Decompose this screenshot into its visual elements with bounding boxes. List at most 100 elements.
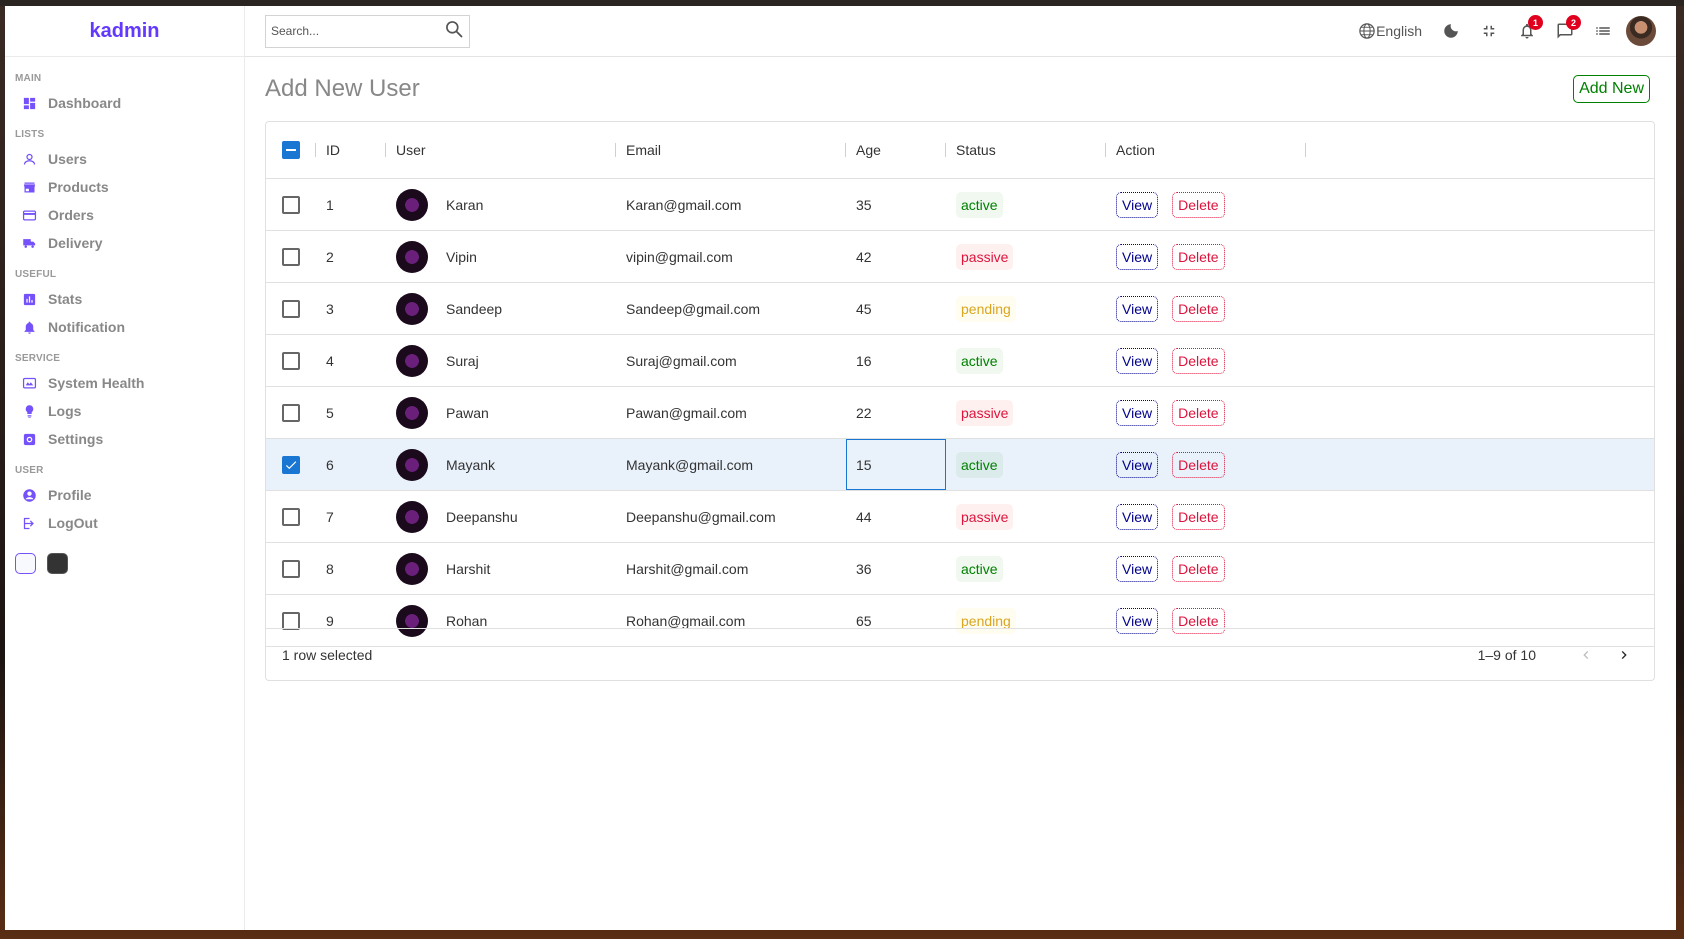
section-title-user: USER — [15, 465, 44, 476]
email-cell: Sandeep@gmail.com — [616, 283, 846, 334]
column-header-user[interactable]: User — [385, 122, 616, 178]
id-cell: 8 — [316, 543, 386, 594]
sidebar-item-notification[interactable]: Notification — [15, 313, 234, 341]
age-cell[interactable]: 22 — [846, 387, 946, 438]
sidebar-item-label: System Health — [48, 375, 145, 391]
column-header-action[interactable]: Action — [1105, 122, 1306, 178]
delete-button[interactable]: Delete — [1172, 555, 1225, 582]
sidebar-item-orders[interactable]: Orders — [15, 201, 234, 229]
dark-mode-toggle[interactable] — [1442, 22, 1460, 40]
fullscreen-exit-button[interactable] — [1480, 22, 1498, 40]
email-value: vipin@gmail.com — [626, 248, 733, 265]
row-checkbox[interactable] — [282, 559, 300, 578]
view-button[interactable]: View — [1116, 399, 1159, 426]
table-row[interactable]: 4 Suraj Suraj@gmail.com 16 active View Delete — [266, 335, 1654, 387]
view-button[interactable]: View — [1116, 295, 1159, 322]
truck-icon — [21, 235, 37, 251]
action-cell: View Delete — [1106, 439, 1306, 490]
age-cell[interactable]: 44 — [846, 491, 946, 542]
sidebar-item-settings[interactable]: Settings — [15, 425, 234, 453]
language-label: English — [1376, 23, 1422, 39]
sidebar-item-stats[interactable]: Stats — [15, 285, 234, 313]
row-checkbox[interactable] — [282, 455, 300, 474]
delete-button[interactable]: Delete — [1172, 191, 1225, 218]
logo[interactable]: kadmin — [89, 20, 159, 43]
table-row[interactable]: 7 Deepanshu Deepanshu@gmail.com 44 passive Vi… — [266, 491, 1654, 543]
delete-button[interactable]: Delete — [1172, 503, 1225, 530]
sidebar-item-logs[interactable]: Logs — [15, 397, 234, 425]
select-all-checkbox[interactable] — [282, 141, 300, 159]
view-button[interactable]: View — [1116, 347, 1159, 374]
row-checkbox-cell — [266, 231, 316, 282]
view-button[interactable]: View — [1116, 555, 1159, 582]
search-input[interactable] — [271, 24, 444, 38]
column-header-email[interactable]: Email — [615, 122, 846, 178]
age-value: 65 — [856, 612, 872, 629]
age-value: 35 — [856, 196, 872, 213]
sidebar-item-label: LogOut — [48, 515, 98, 531]
row-checkbox[interactable] — [282, 611, 300, 630]
sidebar-item-label: Stats — [48, 291, 83, 307]
table-row[interactable]: 5 Pawan Pawan@gmail.com 22 passive View Delete — [266, 387, 1654, 439]
age-cell[interactable]: 15 — [846, 439, 946, 490]
view-button[interactable]: View — [1116, 191, 1159, 218]
sidebar-item-delivery[interactable]: Delivery — [15, 229, 234, 257]
previous-page-button[interactable] — [1572, 641, 1600, 669]
next-page-button[interactable] — [1610, 641, 1638, 669]
age-cell[interactable]: 35 — [846, 179, 946, 230]
age-cell[interactable]: 45 — [846, 283, 946, 334]
status-cell: passive — [946, 491, 1106, 542]
user-avatar-image — [396, 500, 428, 533]
table-row[interactable]: 1 Karan Karan@gmail.com 35 active View Delete — [266, 179, 1654, 231]
delete-button[interactable]: Delete — [1172, 399, 1225, 426]
column-header-id-label: ID — [326, 142, 340, 158]
column-header-age[interactable]: Age — [845, 122, 946, 178]
email-value: Deepanshu@gmail.com — [626, 508, 776, 525]
status-badge: active — [956, 347, 1003, 374]
sidebar-item-dashboard[interactable]: Dashboard — [15, 89, 234, 117]
row-checkbox[interactable] — [282, 299, 300, 318]
delete-button[interactable]: Delete — [1172, 347, 1225, 374]
messages-button[interactable]: 2 — [1556, 15, 1581, 40]
column-header-action-label: Action — [1116, 142, 1155, 158]
fullscreen-exit-icon — [1480, 22, 1498, 40]
action-cell: View Delete — [1106, 491, 1306, 542]
age-cell[interactable]: 42 — [846, 231, 946, 282]
table-row[interactable]: 3 Sandeep Sandeep@gmail.com 45 pending View De… — [266, 283, 1654, 335]
section-title-lists: LISTS — [15, 129, 45, 140]
view-button[interactable]: View — [1116, 243, 1159, 270]
add-new-button[interactable]: Add New — [1573, 75, 1650, 103]
table-row[interactable]: 2 Vipin vipin@gmail.com 42 passive View Delete — [266, 231, 1654, 283]
language-selector[interactable]: English — [1358, 22, 1422, 40]
email-cell: vipin@gmail.com — [616, 231, 846, 282]
row-checkbox[interactable] — [282, 247, 300, 266]
sidebar-item-label: Users — [48, 151, 87, 167]
sidebar-item-users[interactable]: Users — [15, 145, 234, 173]
list-menu-button[interactable] — [1594, 22, 1612, 40]
column-header-status[interactable]: Status — [945, 122, 1106, 178]
age-cell[interactable]: 36 — [846, 543, 946, 594]
dark-theme-swatch[interactable] — [47, 553, 68, 574]
light-theme-swatch[interactable] — [15, 553, 36, 574]
search-icon[interactable] — [444, 19, 464, 44]
delete-button[interactable]: Delete — [1172, 295, 1225, 322]
sidebar-item-products[interactable]: Products — [15, 173, 234, 201]
row-checkbox[interactable] — [282, 507, 300, 526]
sidebar-item-system-health[interactable]: System Health — [15, 369, 234, 397]
table-row[interactable]: 6 Mayank Mayank@gmail.com 15 active View Delet… — [266, 439, 1654, 491]
row-checkbox[interactable] — [282, 195, 300, 214]
user-name: Suraj — [446, 352, 479, 369]
delete-button[interactable]: Delete — [1172, 243, 1225, 270]
row-checkbox[interactable] — [282, 403, 300, 422]
view-button[interactable]: View — [1116, 503, 1159, 530]
row-checkbox[interactable] — [282, 351, 300, 370]
notifications-button[interactable]: 1 — [1518, 15, 1543, 40]
delete-button[interactable]: Delete — [1172, 451, 1225, 478]
table-row[interactable]: 8 Harshit Harshit@gmail.com 36 active View Del… — [266, 543, 1654, 595]
sidebar-item-logout[interactable]: LogOut — [15, 509, 234, 537]
user-avatar[interactable] — [1626, 16, 1656, 46]
view-button[interactable]: View — [1116, 451, 1159, 478]
column-header-id[interactable]: ID — [315, 122, 386, 178]
age-cell[interactable]: 16 — [846, 335, 946, 386]
sidebar-item-profile[interactable]: Profile — [15, 481, 234, 509]
